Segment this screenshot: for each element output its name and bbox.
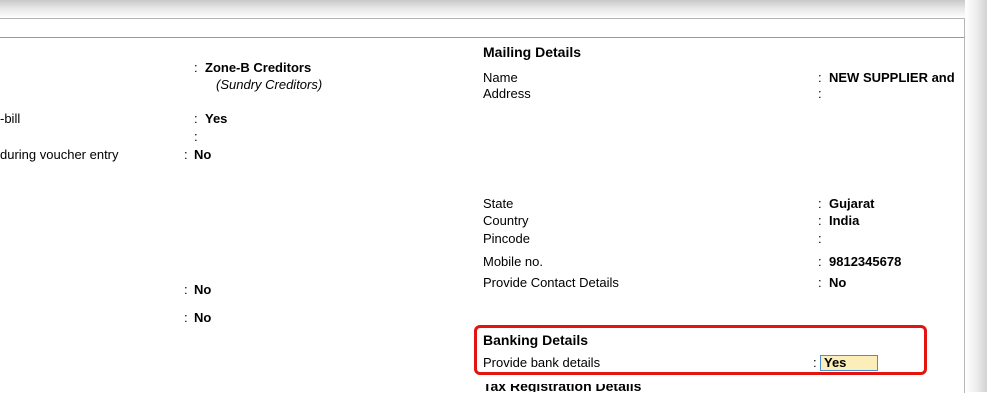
provide-bank-details-label: Provide bank details	[483, 355, 601, 370]
row-a-value[interactable]: No	[194, 282, 211, 297]
group-colon: :	[194, 60, 198, 75]
pincode-colon: :	[818, 231, 822, 246]
row-b-colon: :	[184, 310, 188, 325]
header-divider	[0, 37, 964, 38]
provide-bank-details-field[interactable]: Yes	[820, 355, 878, 371]
window-top-shadow	[0, 0, 987, 18]
contact-details-value[interactable]: No	[829, 275, 846, 290]
state-label: State	[483, 196, 514, 211]
tax-registration-heading-text: Tax Registration Details	[483, 384, 642, 392]
address-colon: :	[818, 86, 822, 101]
tax-registration-heading: Tax Registration Details	[483, 384, 673, 392]
contact-details-label: Provide Contact Details	[483, 275, 619, 290]
row-a-colon: :	[184, 282, 188, 297]
address-label: Address	[483, 86, 531, 101]
blank-colon: :	[194, 129, 198, 144]
group-value[interactable]: Zone-B Creditors	[205, 60, 311, 75]
banking-details-heading: Banking Details	[483, 332, 589, 348]
group-parent-value: (Sundry Creditors)	[216, 77, 323, 92]
state-colon: :	[818, 196, 822, 211]
provide-bank-details-colon: :	[813, 355, 817, 370]
mailing-details-heading: Mailing Details	[483, 44, 582, 60]
voucher-label: during voucher entry	[0, 147, 119, 162]
bill-value[interactable]: Yes	[205, 111, 227, 126]
contact-details-colon: :	[818, 275, 822, 290]
voucher-colon: :	[184, 147, 188, 162]
bill-label: -bill	[0, 111, 21, 126]
country-colon: :	[818, 213, 822, 228]
row-b-value[interactable]: No	[194, 310, 211, 325]
mobile-value[interactable]: 9812345678	[829, 254, 901, 269]
country-label: Country	[483, 213, 529, 228]
mobile-label: Mobile no.	[483, 254, 543, 269]
voucher-value[interactable]: No	[194, 147, 211, 162]
window-right-shadow	[965, 0, 987, 392]
pincode-label: Pincode	[483, 231, 530, 246]
state-value[interactable]: Gujarat	[829, 196, 875, 211]
bill-colon: :	[194, 111, 198, 126]
country-value[interactable]: India	[829, 213, 859, 228]
mobile-colon: :	[818, 254, 822, 269]
name-colon: :	[818, 70, 822, 85]
name-label: Name	[483, 70, 518, 85]
name-value[interactable]: NEW SUPPLIER and	[829, 70, 955, 85]
